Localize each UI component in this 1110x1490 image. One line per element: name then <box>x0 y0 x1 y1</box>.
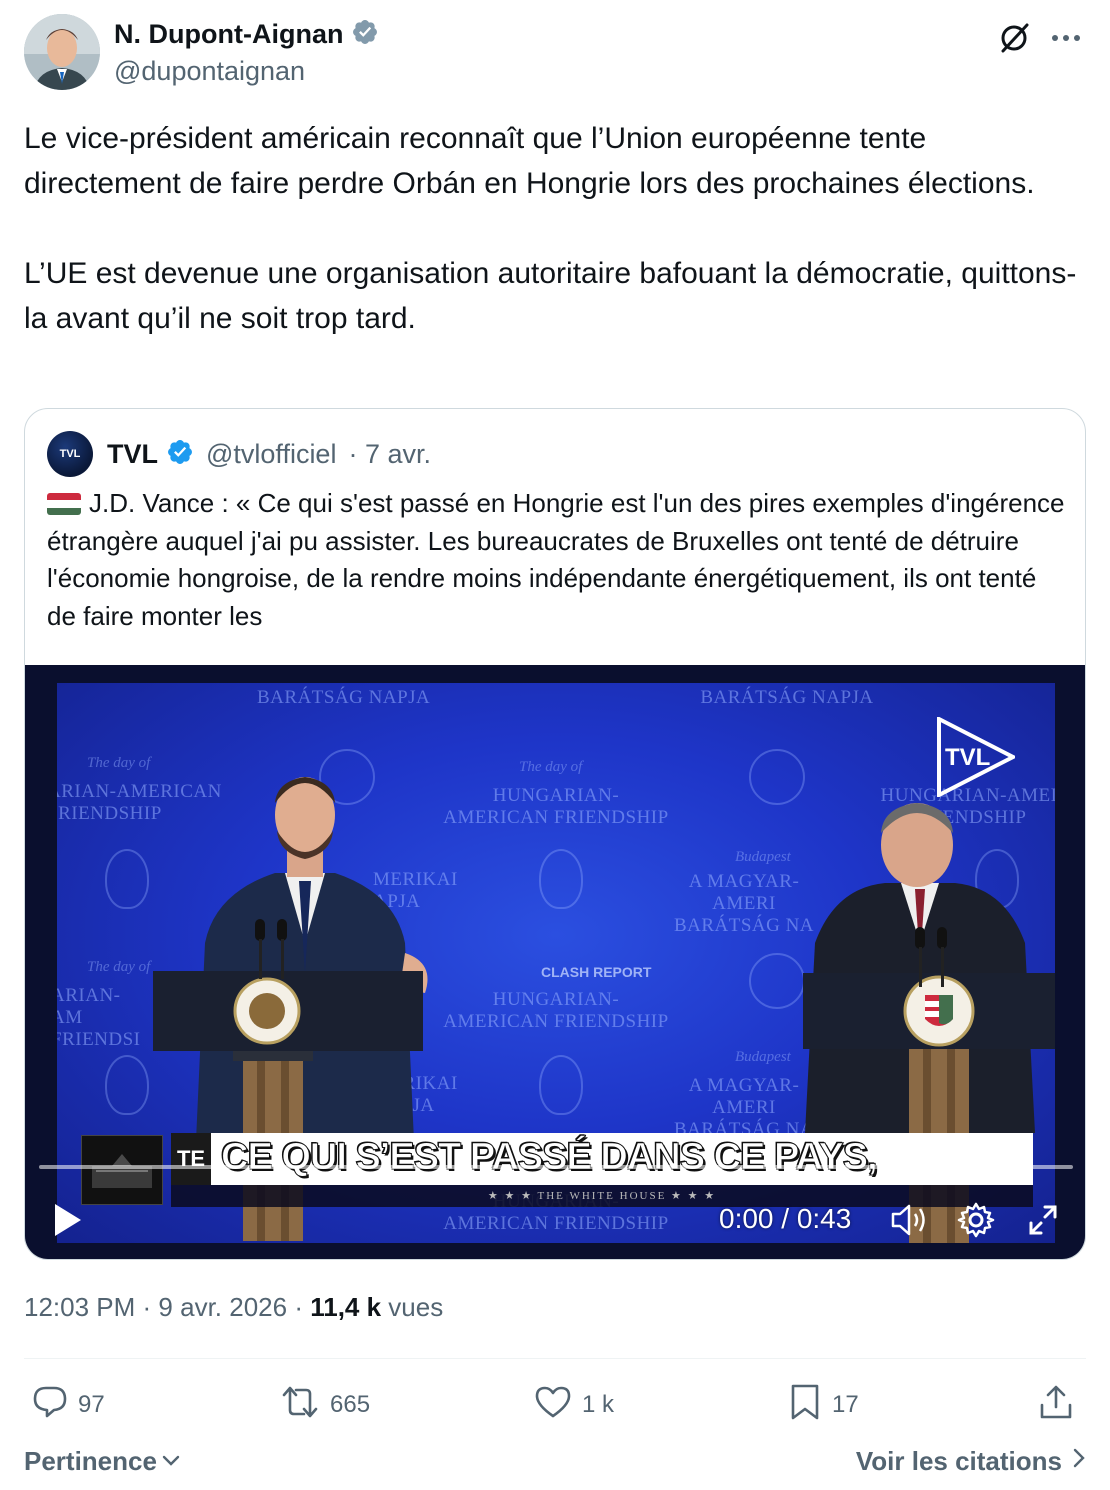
bg-text: BARÁTSÁG NAPJA <box>700 687 874 708</box>
tweet-meta: 12:03 PM · 9 avr. 2026 · 11,4 k vues <box>24 1292 444 1322</box>
chevron-right-icon <box>1072 1446 1086 1477</box>
divider <box>24 1358 1086 1359</box>
video-caption: CE QUI S’EST PASSÉ DANS CE PAYS, <box>221 1136 879 1179</box>
sort-label: Pertinence <box>24 1446 157 1476</box>
bookmark-count: 17 <box>832 1391 859 1418</box>
views-count: 11,4 k <box>310 1292 382 1322</box>
share-button[interactable] <box>1038 1380 1074 1430</box>
quoted-avatar[interactable]: TVL <box>47 431 93 477</box>
tvl-logo: TVL <box>937 715 1018 799</box>
white-house-thumbnail <box>81 1135 163 1205</box>
heart-icon <box>534 1384 572 1427</box>
reply-icon <box>32 1384 68 1427</box>
bookmark-button[interactable]: 17 <box>788 1380 859 1430</box>
bookmark-icon <box>788 1383 822 1428</box>
bg-text: HUNGARIAN-AMERICAN FRIENDSHIP <box>443 785 669 828</box>
views-label: vues <box>388 1292 444 1322</box>
bg-text: HUNGARIAN-AMERICAN FRIENDSHIP <box>443 989 669 1032</box>
tweet-header: N. Dupont-Aignan @dupontaignan <box>24 14 1086 94</box>
quoted-handle[interactable]: @tvlofficiel <box>206 439 336 470</box>
grok-icon[interactable] <box>994 18 1034 58</box>
like-count: 1 k <box>582 1391 615 1418</box>
like-button[interactable]: 1 k <box>534 1380 614 1430</box>
repost-icon <box>280 1384 320 1427</box>
bg-text: A MAGYAR-AMERI BARÁTSÁG NA <box>673 871 815 936</box>
author-name[interactable]: N. Dupont-Aignan <box>114 19 343 50</box>
quoted-text-body: J.D. Vance : « Ce qui s'est passé en Hon… <box>47 488 1065 631</box>
sort-dropdown[interactable]: Pertinence <box>24 1446 181 1477</box>
fullscreen-icon[interactable] <box>1025 1201 1061 1239</box>
more-options-icon[interactable] <box>1046 18 1086 58</box>
crest-decoration <box>105 849 149 909</box>
verified-badge-icon <box>351 18 379 51</box>
svg-text:TVL: TVL <box>945 744 990 771</box>
action-bar: 97 665 1 k 17 <box>24 1380 1086 1436</box>
tweet-text: Le vice-président américain reconnaît qu… <box>24 116 1084 341</box>
tweet-paragraph-1: Le vice-président américain reconnaît qu… <box>24 122 1035 200</box>
bg-text: A MAGYAR-AMERI BARÁTSÁG NA <box>673 1075 815 1140</box>
tweet-date[interactable]: 9 avr. 2026 <box>158 1292 287 1322</box>
chevron-down-icon <box>161 1446 181 1477</box>
hungary-flag-icon <box>47 493 81 515</box>
author-avatar[interactable] <box>24 14 100 90</box>
bg-text: BARÁTSÁG NAPJA <box>257 687 431 708</box>
bg-script: The day of <box>519 759 583 775</box>
repost-count: 665 <box>330 1391 371 1418</box>
reply-count: 97 <box>78 1391 105 1418</box>
repost-button[interactable]: 665 <box>280 1380 370 1430</box>
bg-script: The day of <box>87 755 151 771</box>
video-player[interactable]: BARÁTSÁG NAPJA BARÁTSÁG NAPJA The day of… <box>25 665 1085 1259</box>
quoted-name[interactable]: TVL <box>107 439 158 470</box>
verified-badge-icon <box>166 438 194 471</box>
author-handle[interactable]: @dupontaignan <box>114 56 305 87</box>
lower-third-tag: TE <box>171 1133 211 1185</box>
bg-script: Budapest <box>735 1049 791 1065</box>
reply-button[interactable]: 97 <box>32 1380 105 1430</box>
crest-decoration <box>539 849 583 909</box>
volume-icon[interactable] <box>889 1201 929 1239</box>
settings-gear-icon[interactable] <box>957 1201 995 1239</box>
bg-script: The day of <box>87 959 151 975</box>
bg-script: Budapest <box>735 849 791 865</box>
quoted-date[interactable]: · 7 avr. <box>348 439 431 470</box>
bg-text: ARIAN-AM FRIENDSI <box>57 985 141 1050</box>
microphone-left <box>255 919 287 979</box>
quoted-tweet[interactable]: TVL TVL @tvlofficiel · 7 avr. J.D. Vance… <box>24 408 1086 1260</box>
share-icon <box>1038 1383 1074 1428</box>
seal-decoration <box>749 749 805 805</box>
video-progress-bar[interactable] <box>39 1165 1073 1169</box>
replies-footer: Pertinence Voir les citations <box>24 1446 1086 1486</box>
tweet-time[interactable]: 12:03 PM <box>24 1292 135 1322</box>
video-time: 0:00 / 0:43 <box>719 1203 852 1234</box>
microphone-right <box>915 927 947 987</box>
crest-decoration <box>105 1055 149 1115</box>
play-icon[interactable] <box>51 1201 85 1239</box>
seal-decoration <box>749 953 805 1009</box>
view-quotes-link[interactable]: Voir les citations <box>856 1446 1086 1477</box>
tweet-paragraph-2: L’UE est devenue une organisation autori… <box>24 257 1077 335</box>
view-quotes-label: Voir les citations <box>855 1446 1062 1476</box>
crest-decoration <box>539 1055 583 1115</box>
quoted-text: J.D. Vance : « Ce qui s'est passé en Hon… <box>47 485 1067 635</box>
clash-report-watermark: CLASH REPORT <box>541 964 652 980</box>
